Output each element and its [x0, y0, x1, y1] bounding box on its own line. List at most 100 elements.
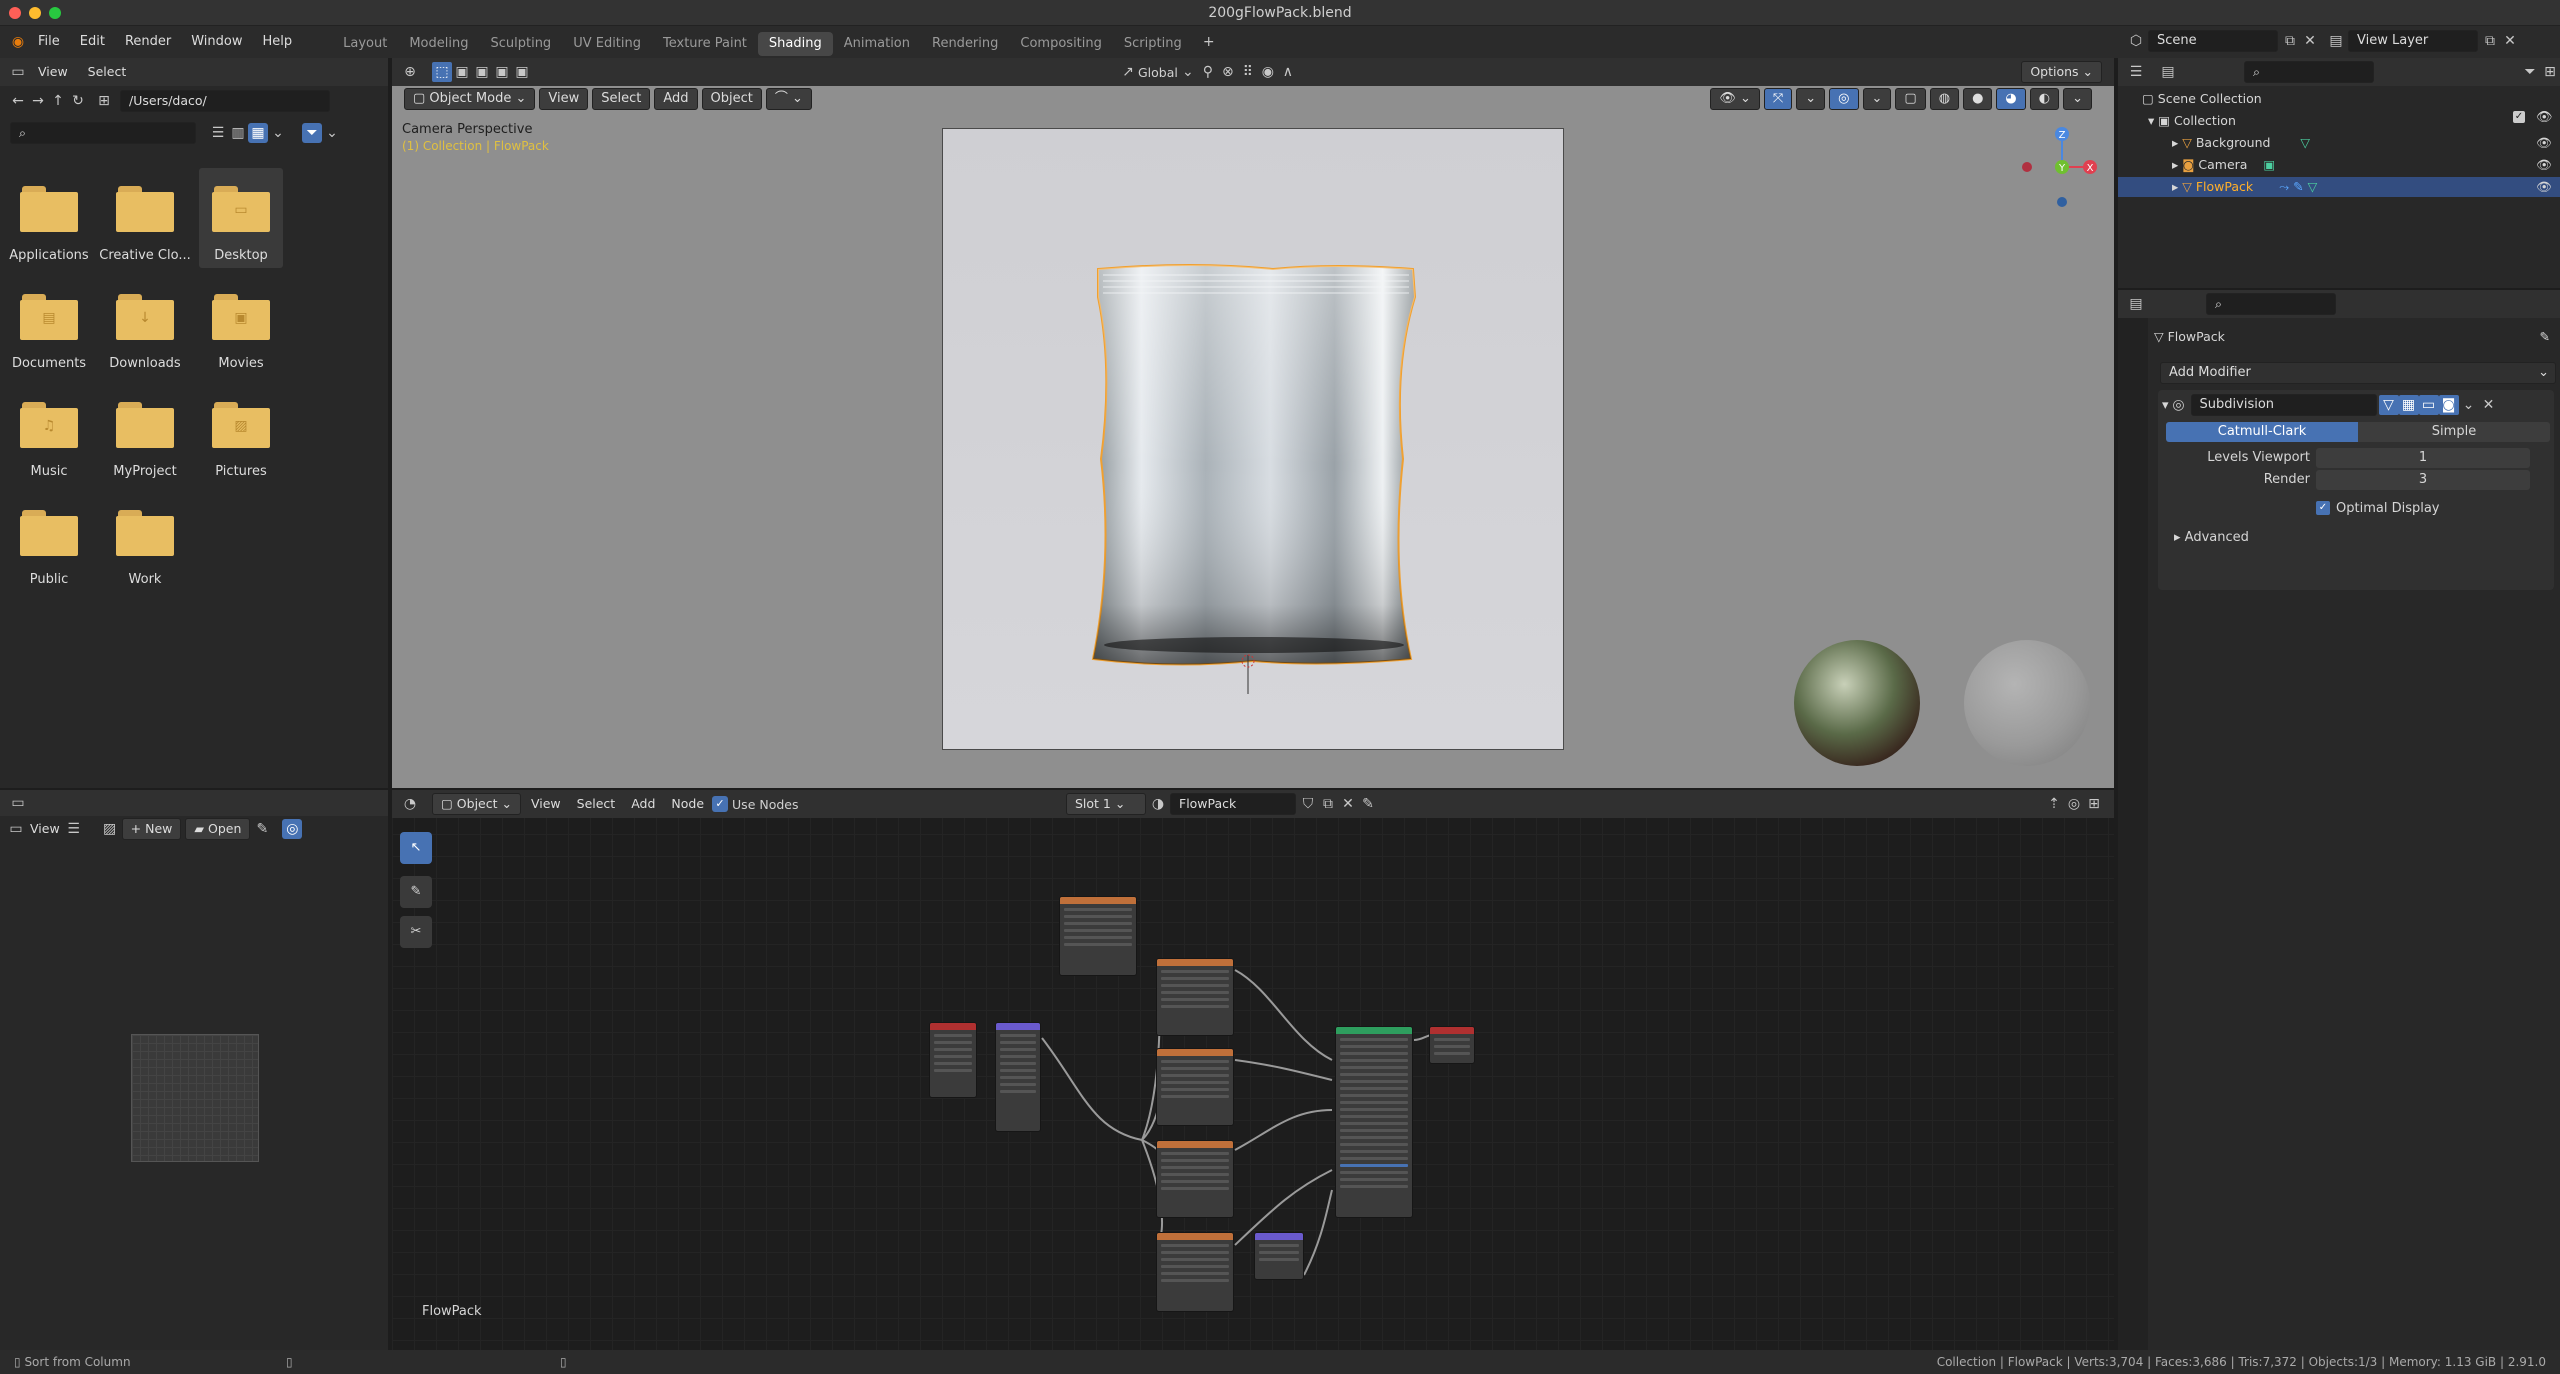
principled-bsdf-node[interactable] — [1335, 1026, 1413, 1218]
folder-downloads-icon[interactable]: ↓ — [116, 294, 176, 342]
minimize-window-button[interactable] — [29, 7, 41, 19]
new-image-button[interactable]: + New — [121, 818, 182, 840]
cage-toggle-icon[interactable]: ▦ — [2398, 395, 2419, 415]
options-dropdown[interactable]: Options ⌄ — [2021, 61, 2102, 83]
blender-logo-icon[interactable]: ◉ — [8, 32, 28, 52]
view-object-types-icon[interactable]: 👁 ⌄ — [1710, 88, 1760, 110]
overlays-dropdown-icon[interactable]: ⌄ — [1862, 88, 1892, 110]
tab-rendering[interactable]: Rendering — [921, 32, 1009, 56]
image-browse-icon[interactable]: ▨ — [100, 819, 120, 839]
remove-view-layer-icon[interactable]: ✕ — [2500, 31, 2520, 51]
parent-directory-icon[interactable]: ↑ — [48, 91, 68, 111]
rendered-shading-icon[interactable]: ◐ — [2029, 88, 2060, 110]
properties-type-icon[interactable]: ▤ — [2126, 294, 2146, 314]
image-texture-base-color-node[interactable] — [1156, 958, 1234, 1036]
snap-icon[interactable]: ⊗ — [1218, 62, 1238, 82]
pin-icon[interactable]: ✎ — [252, 819, 272, 839]
image-texture-normal-node[interactable] — [1156, 1232, 1234, 1312]
viewport-menu-object[interactable]: Object — [701, 88, 762, 110]
new-scene-icon[interactable]: ⧉ — [2280, 31, 2300, 51]
overlays-toggle-icon[interactable]: ◎ — [1829, 88, 1859, 110]
outliner-type-icon[interactable]: ☰ — [2126, 62, 2146, 82]
wireframe-shading-icon[interactable]: ◍ — [1929, 88, 1960, 110]
background-visibility-eye-icon[interactable]: 👁 — [2536, 133, 2552, 153]
proportional-edit-icon[interactable]: ◉ — [1258, 62, 1278, 82]
xray-toggle-icon[interactable]: ▢ — [1895, 88, 1926, 110]
image-texture-node[interactable] — [1059, 896, 1137, 976]
grease-pencil-dropdown[interactable]: ⌒ ⌄ — [765, 88, 812, 110]
advanced-subpanel[interactable]: ▸ Advanced — [2174, 528, 2249, 548]
file-item-label[interactable]: Movies — [193, 356, 289, 371]
viewport-menu-view[interactable]: View — [539, 88, 589, 110]
select-mode-invert-icon[interactable]: ▣ — [512, 62, 532, 82]
tab-layout[interactable]: Layout — [332, 32, 398, 56]
folder-pictures-icon[interactable]: ▨ — [212, 402, 272, 450]
path-field[interactable]: /Users/daco/ — [120, 90, 330, 112]
display-mode-icon[interactable]: ▤ — [2158, 62, 2178, 82]
folder-desktop-icon[interactable]: ▭ — [212, 186, 272, 234]
add-modifier-dropdown[interactable]: Add Modifier ⌄ — [2160, 362, 2556, 384]
add-workspace-icon[interactable]: + — [1199, 32, 1219, 52]
tab-shading[interactable]: Shading — [757, 32, 833, 56]
viewport-display-toggle-icon[interactable]: ▭ — [2418, 395, 2439, 415]
select-mode-new-icon[interactable]: ▣ — [452, 62, 472, 82]
image-texture-metallic-node[interactable] — [1156, 1048, 1234, 1126]
outliner-row-flowpack[interactable]: ▸ ▽ FlowPack ⤳ ✎ ▽ 👁 — [2118, 177, 2560, 197]
new-view-layer-icon[interactable]: ⧉ — [2480, 31, 2500, 51]
material-preview-shading-icon[interactable]: ◕ — [1996, 88, 2026, 110]
file-item-label[interactable]: Music — [1, 464, 97, 479]
view-layer-field[interactable]: View Layer — [2348, 30, 2478, 52]
outliner-scene-collection[interactable]: ▢ Scene Collection — [2142, 89, 2262, 109]
menu-file[interactable]: File — [28, 26, 70, 58]
thumbnails-icon[interactable]: ▦ — [248, 123, 268, 143]
folder-documents-icon[interactable]: ▤ — [20, 294, 80, 342]
object-mode-dropdown[interactable]: ▢ Object Mode ⌄ — [404, 88, 536, 110]
filter-dropdown-icon[interactable]: ⌄ — [322, 123, 342, 143]
gizmo-toggle-icon[interactable]: ⤧ — [1763, 88, 1793, 110]
open-image-button[interactable]: ▰ Open — [185, 818, 251, 840]
outliner-row-camera[interactable]: ▸ ◙ Camera ▣ 👁 — [2118, 155, 2560, 175]
camera-visibility-eye-icon[interactable]: 👁 — [2536, 155, 2552, 175]
modifier-dropdown-icon[interactable]: ⌄ — [2459, 395, 2479, 415]
file-item-label[interactable]: Desktop — [193, 248, 289, 263]
menu-help[interactable]: Help — [253, 26, 303, 58]
hamburger-icon[interactable]: ☰ — [64, 819, 84, 839]
tab-texture-paint[interactable]: Texture Paint — [652, 32, 758, 56]
tab-compositing[interactable]: Compositing — [1009, 32, 1113, 56]
3d-viewport[interactable]: ⊕ ⬚ ▣ ▣ ▣ ▣ ↗ Global ⌄ ⚲ ⊗ ⠿ ◉ ∧ Options… — [392, 58, 2114, 788]
zoom-window-button[interactable] — [49, 7, 61, 19]
remove-modifier-icon[interactable]: ✕ — [2479, 395, 2499, 415]
folder-icon[interactable] — [116, 510, 176, 558]
viewport-menu-add[interactable]: Add — [654, 88, 698, 110]
render-toggle-icon[interactable]: ◙ — [2438, 395, 2459, 415]
flowpack-model[interactable] — [943, 129, 1565, 751]
remove-scene-icon[interactable]: ✕ — [2300, 31, 2320, 51]
orientation-dropdown[interactable]: Global — [1138, 65, 1178, 80]
viewport-menu-select[interactable]: Select — [592, 88, 651, 110]
tab-scripting[interactable]: Scripting — [1113, 32, 1193, 56]
catmull-clark-button[interactable]: Catmull-Clark — [2166, 422, 2358, 442]
filebrowser-menu-view[interactable]: View — [28, 58, 78, 86]
file-item-label[interactable]: Public — [1, 572, 97, 587]
render-levels-field[interactable]: 3 — [2316, 470, 2530, 490]
viewport-editor-type-icon[interactable]: ⊕ — [400, 62, 420, 82]
file-item-label[interactable]: Downloads — [97, 356, 193, 371]
horizontal-list-icon[interactable]: ▥ — [228, 123, 248, 143]
shader-node-editor[interactable]: ◔ ▢ Object ⌄ View Select Add Node ✓ Use … — [392, 790, 2114, 1350]
new-collection-icon[interactable]: ⊞ — [2540, 62, 2560, 82]
folder-music-icon[interactable]: ♫ — [20, 402, 80, 450]
file-item-label[interactable]: Creative Clo... — [97, 248, 193, 263]
forward-arrow-icon[interactable]: → — [28, 91, 48, 111]
filebrowser-menu-select[interactable]: Select — [78, 58, 137, 86]
gizmo-dropdown-icon[interactable]: ⌄ — [1796, 88, 1826, 110]
outliner-row-background[interactable]: ▸ ▽ Background ▽ 👁 — [2118, 133, 2560, 153]
solid-shading-icon[interactable]: ● — [1963, 88, 1993, 110]
tab-sculpting[interactable]: Sculpting — [479, 32, 562, 56]
filter-icon[interactable]: ⏷ — [302, 123, 322, 143]
file-item-label[interactable]: Documents — [1, 356, 97, 371]
snap-target-icon[interactable]: ⠿ — [1238, 62, 1258, 82]
tab-modeling[interactable]: Modeling — [398, 32, 479, 56]
folder-icon[interactable] — [20, 186, 80, 234]
back-arrow-icon[interactable]: ← — [8, 91, 28, 111]
file-item-label[interactable]: Work — [97, 572, 193, 587]
